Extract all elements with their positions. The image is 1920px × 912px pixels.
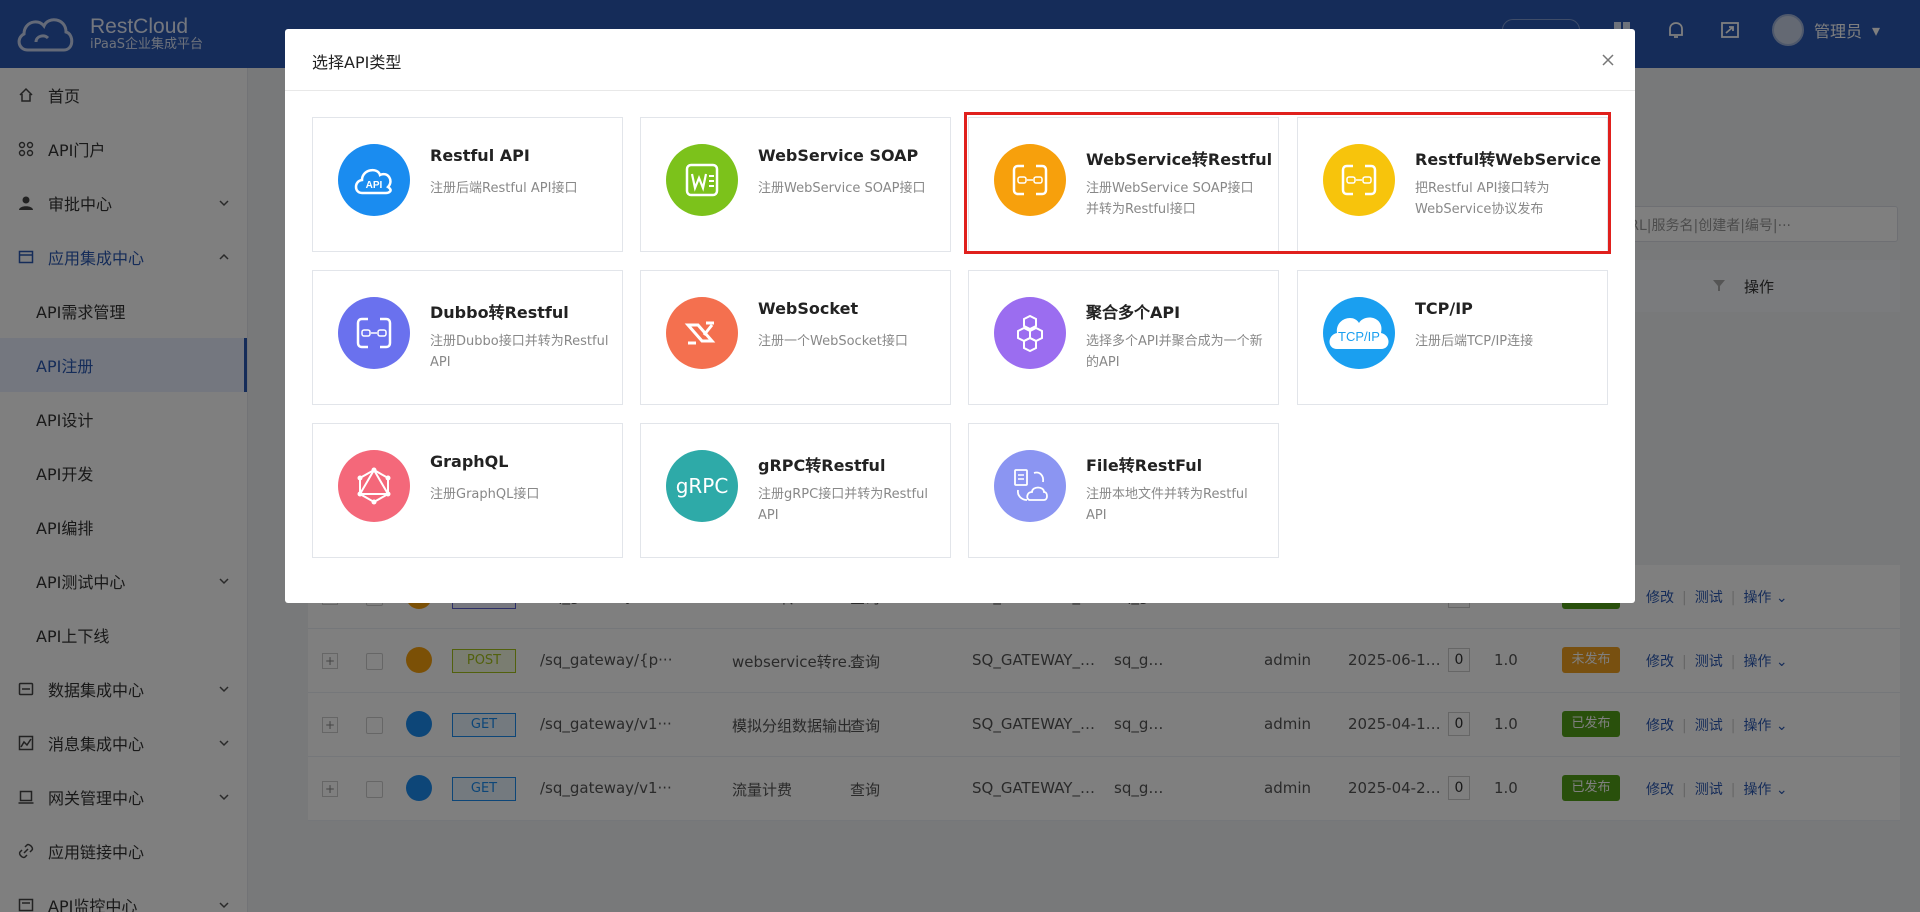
card-description: 注册后端TCP/IP连接 — [1415, 334, 1534, 349]
card-description: 注册WebService SOAP接口 — [758, 181, 926, 196]
dubbo-to-restful-icon — [338, 297, 410, 369]
card-aggregate-apis[interactable]: 聚合多个API 选择多个API并聚合成为一个新的API — [968, 270, 1279, 405]
card-dubbo-to-restful[interactable]: Dubbo转Restful 注册Dubbo接口并转为Restful API — [312, 270, 623, 405]
card-description: 选择多个API并聚合成为一个新的API — [1086, 334, 1263, 370]
websocket-icon — [666, 297, 738, 369]
card-title: 聚合多个API — [1086, 303, 1181, 322]
card-title: gRPC转Restful — [758, 456, 886, 475]
card-title: Dubbo转Restful — [430, 303, 569, 322]
card-title: Restful API — [430, 146, 530, 165]
card-websocket[interactable]: WebSocket 注册一个WebSocket接口 — [640, 270, 951, 405]
file-to-restful-icon — [994, 450, 1066, 522]
card-description: 注册Dubbo接口并转为Restful API — [430, 334, 609, 370]
aggregate-apis-icon — [994, 297, 1066, 369]
card-grpc-to-restful[interactable]: gRPC gRPC转Restful 注册gRPC接口并转为Restful API — [640, 423, 951, 558]
tcp-label: TCP/IP — [1338, 329, 1380, 344]
card-description: 注册一个WebSocket接口 — [758, 334, 908, 349]
card-restful-api[interactable]: API Restful API 注册后端Restful API接口 — [312, 117, 623, 252]
tcp-ip-icon: TCP/IP — [1323, 297, 1395, 369]
card-webservice-soap[interactable]: WebService SOAP 注册WebService SOAP接口 — [640, 117, 951, 252]
card-file-to-restful[interactable]: File转RestFul 注册本地文件并转为Restful API — [968, 423, 1279, 558]
highlight-box — [964, 112, 1611, 254]
restful-api-icon: API — [338, 144, 410, 216]
card-title: GraphQL — [430, 452, 509, 471]
close-icon[interactable] — [1599, 51, 1617, 69]
api-type-modal: 选择API类型 API Restful API 注册后端Restful API接… — [285, 29, 1635, 603]
grpc-to-restful-icon: gRPC — [666, 450, 738, 522]
card-description: 注册gRPC接口并转为Restful API — [758, 487, 928, 523]
card-description: 注册本地文件并转为Restful API — [1086, 487, 1248, 523]
card-description: 注册后端Restful API接口 — [430, 181, 578, 196]
card-tcp-ip[interactable]: TCP/IP TCP/IP 注册后端TCP/IP连接 — [1297, 270, 1608, 405]
card-title: File转RestFul — [1086, 456, 1203, 475]
webservice-soap-icon — [666, 144, 738, 216]
grpc-label: gRPC — [676, 474, 729, 498]
card-description: 注册GraphQL接口 — [430, 487, 540, 502]
card-title: WebService SOAP — [758, 146, 919, 165]
card-graphql[interactable]: GraphQL 注册GraphQL接口 — [312, 423, 623, 558]
api-label: API — [366, 180, 383, 191]
card-title: WebSocket — [758, 299, 859, 318]
modal-title: 选择API类型 — [312, 53, 402, 72]
graphql-icon — [338, 450, 410, 522]
card-title: TCP/IP — [1415, 299, 1473, 318]
